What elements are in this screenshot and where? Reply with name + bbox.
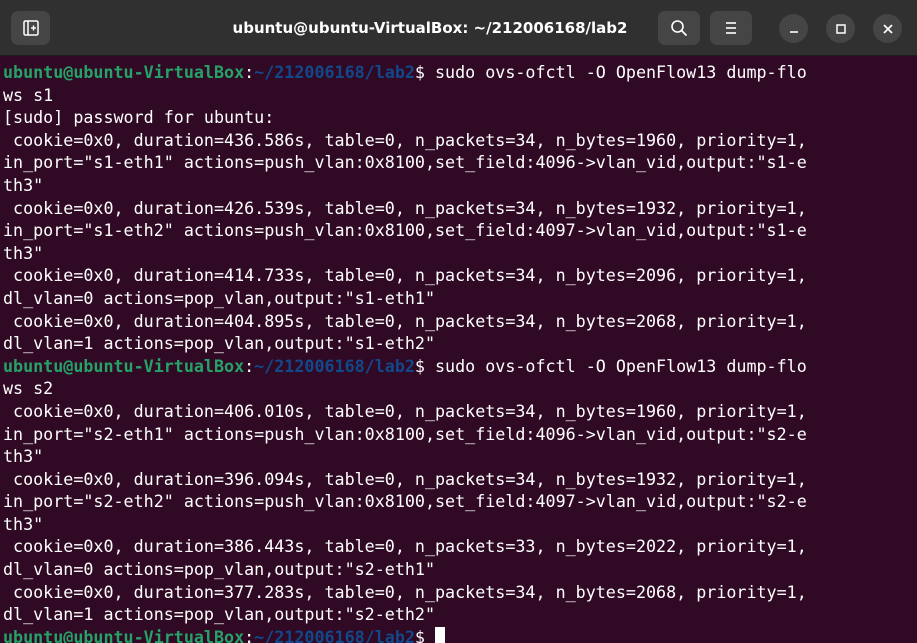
output-line: cookie=0x0, duration=436.586s, table=0, … [3,129,807,150]
prompt-user: ubuntu@ubuntu-VirtualBox [3,355,245,376]
prompt-user: ubuntu@ubuntu-VirtualBox [3,626,245,643]
prompt-path: ~/212006168/lab2 [254,62,415,82]
prompt-colon: : [244,355,255,376]
prompt-dollar: $ [414,626,425,643]
prompt-path: ~/212006168/lab2 [254,626,415,643]
scrollbar[interactable] [909,144,915,564]
new-tab-button[interactable] [11,11,50,45]
prompt-colon: : [244,62,255,82]
maximize-button[interactable] [826,14,855,43]
output-line: th3" [3,446,44,467]
output-line: in_port="s2-eth2" actions=push_vlan:0x81… [3,491,807,512]
output-line: in_port="s2-eth1" actions=push_vlan:0x81… [3,423,807,444]
output-line: in_port="s1-eth1" actions=push_vlan:0x81… [3,152,807,173]
output-line: cookie=0x0, duration=396.094s, table=0, … [3,468,807,489]
terminal-output[interactable]: ubuntu@ubuntu-VirtualBox:~/212006168/lab… [0,56,917,643]
output-line: cookie=0x0, duration=414.733s, table=0, … [3,265,807,286]
menu-button[interactable] [710,11,752,45]
text-cursor [435,626,446,643]
output-line: th3" [3,242,44,263]
command-text: sudo ovs-ofctl -O OpenFlow13 dump-flo [424,355,807,376]
output-line: cookie=0x0, duration=404.895s, table=0, … [3,310,807,331]
prompt-line: ubuntu@ubuntu-VirtualBox:~/212006168/lab… [3,355,913,378]
close-button[interactable] [873,14,902,43]
output-line: cookie=0x0, duration=386.443s, table=0, … [3,536,807,557]
search-button[interactable] [658,11,700,45]
output-line: dl_vlan=0 actions=pop_vlan,output:"s2-et… [3,559,436,580]
prompt-dollar: $ [414,355,425,376]
prompt-dollar: $ [414,62,425,82]
terminal-window: ubuntu@ubuntu-VirtualBox: ~/212006168/la… [0,0,917,643]
minimize-icon [789,30,798,33]
output-line: cookie=0x0, duration=377.283s, table=0, … [3,581,807,602]
close-icon [883,24,892,33]
prompt-user: ubuntu@ubuntu-VirtualBox [3,62,245,82]
output-line: th3" [3,513,44,534]
prompt-colon: : [244,626,255,643]
window-title: ubuntu@ubuntu-VirtualBox: ~/212006168/la… [232,19,628,37]
output-line: dl_vlan=0 actions=pop_vlan,output:"s1-et… [3,287,436,308]
output-line: [sudo] password for ubuntu: [3,107,275,128]
output-line: ws s1 [3,84,54,105]
command-text: sudo ovs-ofctl -O OpenFlow13 dump-flo [424,62,807,82]
terminal-lines: ubuntu@ubuntu-VirtualBox:~/212006168/lab… [3,61,913,643]
hamburger-icon [726,22,736,34]
output-line: cookie=0x0, duration=426.539s, table=0, … [3,197,807,218]
new-tab-icon [22,20,39,36]
output-line: ws s2 [3,378,54,399]
search-icon [671,20,687,36]
title-bar[interactable]: ubuntu@ubuntu-VirtualBox: ~/212006168/la… [0,0,917,56]
maximize-icon [835,23,846,34]
prompt-line: ubuntu@ubuntu-VirtualBox:~/212006168/lab… [3,61,913,84]
output-line: dl_vlan=1 actions=pop_vlan,output:"s1-et… [3,333,436,354]
command-text [425,627,435,643]
output-line: cookie=0x0, duration=406.010s, table=0, … [3,400,807,421]
prompt-path: ~/212006168/lab2 [254,355,415,376]
output-line: dl_vlan=1 actions=pop_vlan,output:"s2-et… [3,604,436,625]
output-line: in_port="s1-eth2" actions=push_vlan:0x81… [3,220,807,241]
output-line: th3" [3,174,44,195]
minimize-button[interactable] [779,14,808,43]
prompt-line: ubuntu@ubuntu-VirtualBox:~/212006168/lab… [3,626,913,643]
